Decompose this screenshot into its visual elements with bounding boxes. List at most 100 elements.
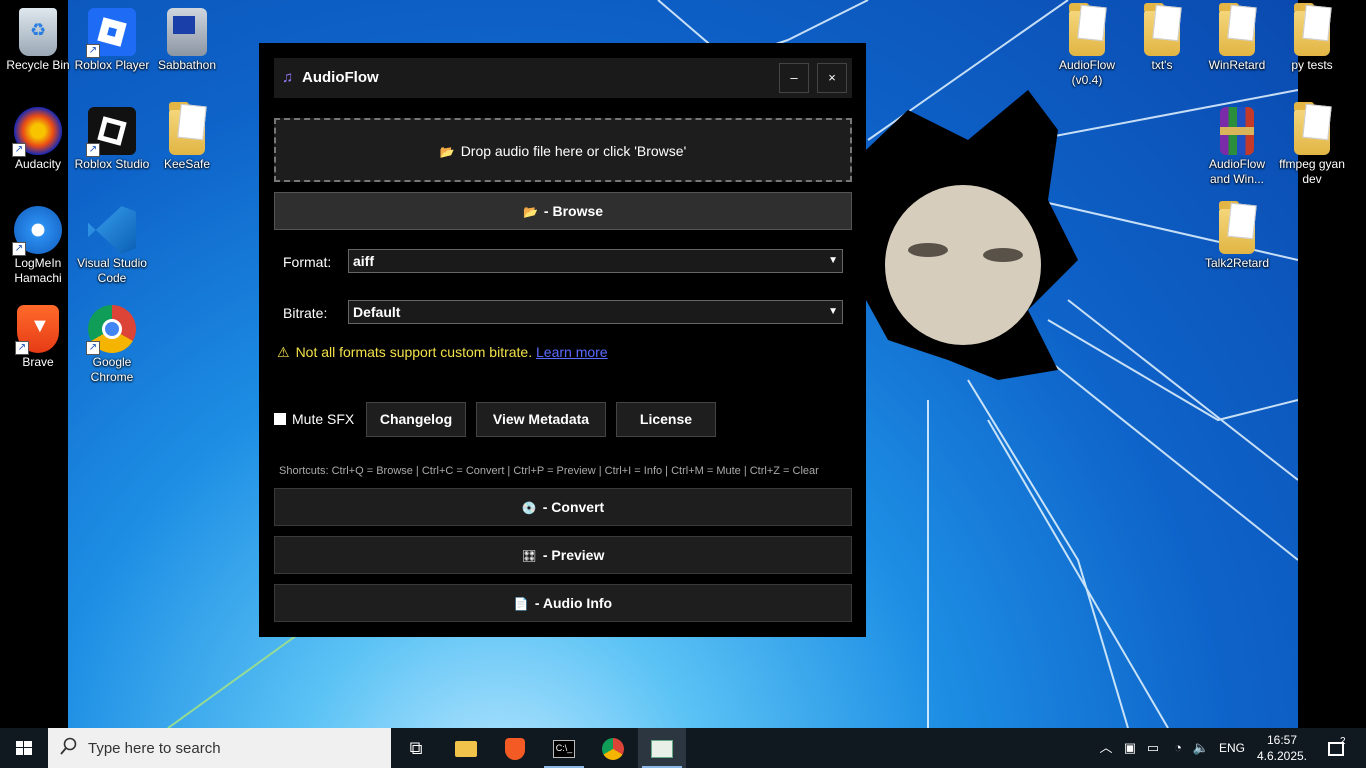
desktop-icon-audioflow-archive[interactable]: AudioFlow and Win... [1199,101,1275,187]
taskbar-chrome[interactable] [589,728,637,768]
search-box[interactable]: Type here to search [48,728,391,768]
language-indicator[interactable]: ENG [1214,728,1250,768]
desktop-icon-brave[interactable]: ▼ ↗ Brave [0,299,76,370]
desktop-icon-ffmpeg[interactable]: ffmpeg gyan dev [1274,101,1350,187]
app-window-icon [651,740,673,759]
audioflow-window: ♫ AudioFlow – × 📂 Drop audio file here or… [259,43,866,637]
volume-icon[interactable]: 🔈 [1190,728,1212,768]
desktop-icon-sabbathon[interactable]: Sabbathon [149,2,225,73]
minimize-button[interactable]: – [779,63,809,93]
brave-icon [505,738,525,761]
brave-icon: ▼ ↗ [15,305,59,355]
desktop-icon-talk2retard[interactable]: Talk2Retard [1199,200,1275,271]
desktop-icon-hamachi[interactable]: ↗ LogMeIn Hamachi [0,200,76,286]
bitrate-select[interactable]: Default ▼ [348,300,843,324]
desktop-icon-label: AudioFlow and Win... [1208,157,1266,186]
taskbar-terminal[interactable]: C:\_ [540,728,588,768]
recycle-bin-icon: ♻ [19,8,57,56]
start-button[interactable] [0,728,48,768]
desktop-icon-roblox-studio[interactable]: ↗ Roblox Studio [74,101,150,172]
format-select[interactable]: aiff ▼ [348,249,843,273]
bitrate-value: Default [353,304,401,320]
format-value: aiff [353,253,374,269]
taskbar-file-explorer[interactable] [442,728,490,768]
desktop-icon-label: Visual Studio Code [77,256,147,285]
desktop-icon-recycle-bin[interactable]: ♻ Recycle Bin [0,2,76,73]
chevron-down-icon: ▼ [828,255,838,266]
shortcut-arrow-icon: ↗ [86,44,100,58]
desktop-icon-keesafe[interactable]: KeeSafe [149,101,225,172]
audacity-icon: ↗ [12,107,62,157]
desktop-icon-label: Google Chrome [90,355,134,384]
folder-icon [1294,102,1332,155]
chevron-down-icon: ▼ [828,306,838,317]
warning-icon: ⚠ [277,344,290,360]
mute-sfx-label: Mute SFX [292,411,355,427]
wifi-icon[interactable]: ◔ [1167,728,1189,768]
chrome-icon [602,738,624,761]
desktop-icon-label: Roblox Player [74,58,150,72]
desktop-icon-audioflow-folder[interactable]: AudioFlow (v0.4) [1049,2,1125,88]
format-label: Format: [283,254,332,270]
title-bar[interactable]: ♫ AudioFlow – × [274,58,852,98]
folder-icon [1219,201,1257,254]
folder-icon: 📂 [439,145,455,159]
shortcuts-hint: Shortcuts: Ctrl+Q = Browse | Ctrl+C = Co… [279,465,819,477]
audio-info-button[interactable]: 📄 - Audio Info [274,584,852,622]
taskbar: Type here to search ⧉ C:\_ ︿ ▣ ▭ ◔ 🔈 ENG… [0,728,1366,768]
convert-label: - Convert [542,499,605,515]
learn-more-link[interactable]: Learn more [536,344,608,360]
search-placeholder: Type here to search [88,740,221,757]
desktop-icon-vscode[interactable]: Visual Studio Code [74,200,150,286]
hamachi-icon: ↗ [12,206,62,256]
close-button[interactable]: × [817,63,847,93]
task-view-button[interactable]: ⧉ [392,728,440,768]
sabbathon-icon [167,8,207,56]
preview-label: - Preview [542,547,605,563]
preview-button[interactable]: 🎛 - Preview [274,536,852,574]
battery-icon[interactable]: ▭ [1143,728,1163,768]
desktop-icon-label: ffmpeg gyan dev [1279,157,1345,186]
shortcut-arrow-icon: ↗ [86,143,100,157]
folder-icon: 📂 [522,205,538,219]
desktop-icon-label: AudioFlow (v0.4) [1058,58,1116,87]
convert-button[interactable]: 💿 - Convert [274,488,852,526]
checkbox-icon [274,413,286,425]
drop-zone[interactable]: 📂 Drop audio file here or click 'Browse' [274,118,852,182]
changelog-button[interactable]: Changelog [366,402,466,437]
drop-zone-text: Drop audio file here or click 'Browse' [460,143,687,159]
disc-icon: 💿 [521,501,537,515]
folder-icon [1219,3,1257,56]
app-title: AudioFlow [302,69,379,86]
search-icon [60,737,77,755]
notification-count: 2 [1340,736,1346,747]
desktop-icon-label: WinRetard [1208,58,1266,72]
meet-now-icon[interactable]: ▣ [1120,728,1140,768]
folder-icon [1144,3,1182,56]
shortcut-arrow-icon: ↗ [15,341,29,355]
folder-icon [169,102,207,155]
desktop-icon-winretard[interactable]: WinRetard [1199,2,1275,73]
desktop-icon-label: KeeSafe [163,157,211,171]
desktop-icon-py-tests[interactable]: py tests [1274,2,1350,73]
taskbar-brave[interactable] [491,728,539,768]
desktop-icon-txts[interactable]: txt's [1124,2,1200,73]
browse-label: - Browse [543,203,604,219]
clock[interactable]: 16:57 4.6.2025. [1252,732,1312,764]
audio-info-label: - Audio Info [534,595,613,611]
show-hidden-icons-button[interactable]: ︿ [1094,728,1118,768]
notification-center-button[interactable]: 2 [1318,728,1354,768]
desktop-icon-chrome[interactable]: ↗ Google Chrome [74,299,150,385]
mute-sfx-checkbox[interactable]: Mute SFX [274,411,354,427]
taskbar-audioflow[interactable] [638,728,686,768]
license-button[interactable]: License [616,402,716,437]
desktop-icon-roblox-player[interactable]: ↗ Roblox Player [74,2,150,73]
winrar-icon [1220,107,1254,155]
view-metadata-button[interactable]: View Metadata [476,402,606,437]
shortcut-arrow-icon: ↗ [12,242,26,256]
controls-icon: 🎛 [521,549,537,563]
desktop-icon-audacity[interactable]: ↗ Audacity [0,101,76,172]
browse-button[interactable]: 📂 - Browse [274,192,852,230]
desktop-icon-label: LogMeIn Hamachi [14,256,62,285]
document-icon: 📄 [513,597,529,611]
